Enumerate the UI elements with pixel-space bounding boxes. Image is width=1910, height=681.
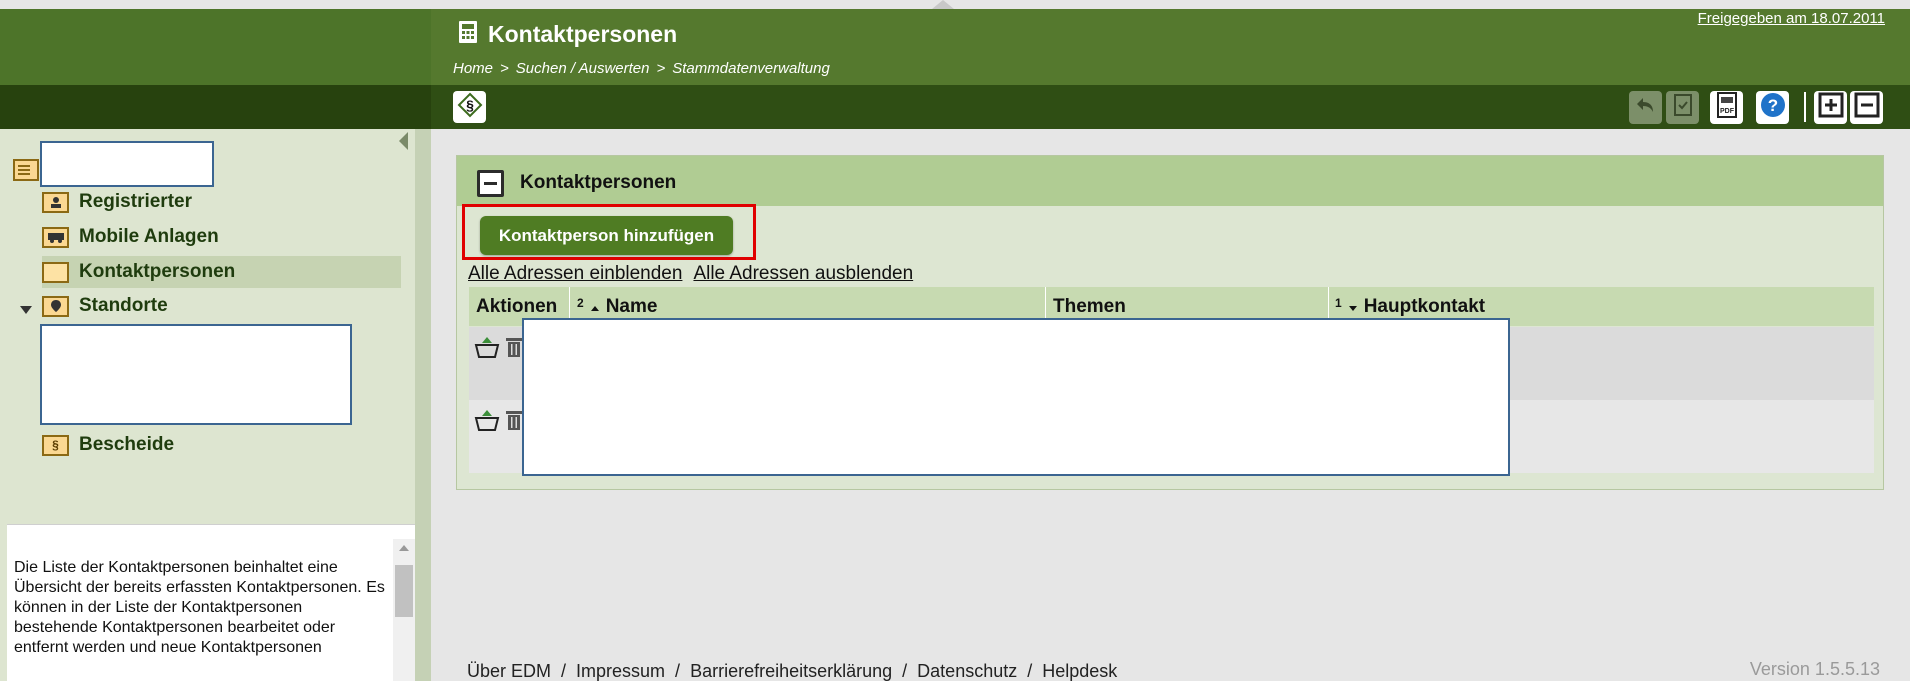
sort-ascending-icon [590,296,600,318]
page-title-text: Kontaktpersonen [488,21,678,47]
sidebar-item-registrierter[interactable]: Registrierter [42,189,192,215]
column-label: Name [605,296,658,317]
help-panel: Die Liste der Kontaktpersonen beinhaltet… [7,524,415,681]
footer-links: Über EDM / Impressum / Barrierefreiheits… [467,661,1117,681]
sort-descending-icon [1348,296,1358,318]
breadcrumb: Home > Suchen / Auswerten > Stammdatenve… [453,60,830,77]
trash-icon[interactable] [504,335,524,364]
collapse-all-button[interactable] [1850,91,1883,124]
paragraph-button[interactable]: § [453,91,486,123]
column-main-contact[interactable]: 1 Hauptkontakt [1335,296,1485,318]
toolbar-left-area [0,85,431,129]
breadcrumb-separator: > [656,60,666,77]
sidebar-item-label: Registrierter [79,191,192,212]
minus-icon [484,182,497,185]
open-folder-icon[interactable] [474,408,500,437]
sidebar-resize-strip[interactable] [415,129,431,681]
sidebar-item-kontaktpersonen[interactable]: Kontaktpersonen [42,256,401,288]
svg-text:PDF: PDF [1720,108,1735,115]
released-date-link[interactable]: Freigegeben am 18.07.2011 [1698,10,1885,27]
column-topics[interactable]: Themen [1053,296,1126,318]
paragraph-icon: § [457,92,483,123]
column-actions: Aktionen [476,296,558,317]
sidebar-item-bescheide[interactable]: § Bescheide [42,432,174,458]
help-button[interactable]: ? [1756,91,1789,124]
breadcrumb-home[interactable]: Home [453,60,493,77]
panel-header: Kontaktpersonen [457,156,1883,206]
show-all-addresses-link[interactable]: Alle Adressen einblenden [468,263,682,285]
mobile-plant-icon [42,226,69,248]
save-button[interactable] [1666,91,1699,124]
sort-order-number: 1 [1335,296,1342,310]
footer-link-accessibility[interactable]: Barrierefreiheitserklärung [690,661,892,681]
undo-button[interactable] [1629,91,1662,124]
svg-text:?: ? [1767,96,1777,115]
page-title: Kontaktpersonen [458,20,677,49]
header-left-area [0,9,431,85]
sidebar-collapse-arrow-icon[interactable] [399,132,408,150]
breadcrumb-search[interactable]: Suchen / Auswerten [516,60,650,77]
open-folder-icon[interactable] [474,335,500,364]
location-icon [42,295,69,317]
panel-title: Kontaktpersonen [520,172,677,193]
trash-icon[interactable] [504,408,524,437]
column-name[interactable]: 2 Name [577,296,657,318]
sidebar-item-label: Mobile Anlagen [79,226,219,247]
sort-order-number: 2 [577,296,584,310]
redacted-contact-rows [522,318,1510,476]
svg-text:§: § [466,97,474,113]
save-icon [1672,93,1694,122]
panel-collapse-button[interactable] [477,170,504,197]
sidebar-item-label: Kontaktpersonen [79,261,236,282]
row-actions [474,335,524,364]
footer-link-about[interactable]: Über EDM [467,661,551,681]
version-label: Version 1.5.5.13 [1749,659,1880,679]
redacted-locations [40,324,352,425]
redacted-registrant-name [40,141,214,187]
document-tree-icon [13,159,39,181]
top-collapse-notch[interactable] [932,0,954,9]
sidebar-item-label: Standorte [79,295,168,316]
expand-all-button[interactable] [1814,91,1847,124]
footer-link-helpdesk[interactable]: Helpdesk [1042,661,1117,681]
person-card-icon [42,191,69,213]
pdf-button[interactable]: PDF [1710,91,1743,124]
scroll-up-icon[interactable] [399,545,409,551]
sidebar-item-label: Bescheide [79,434,175,455]
hide-all-addresses-link[interactable]: Alle Adressen ausblenden [693,263,913,285]
toolbar-separator [1804,92,1806,122]
help-text: Die Liste der Kontaktpersonen beinhaltet… [14,559,385,656]
footer-link-imprint[interactable]: Impressum [576,661,665,681]
help-scrollbar[interactable] [393,539,415,681]
footer-separator: / [561,661,567,681]
sidebar-item-mobile-anlagen[interactable]: Mobile Anlagen [42,224,219,250]
row-actions [474,408,524,437]
pdf-icon: PDF [1715,91,1739,124]
help-icon: ? [1759,91,1787,124]
footer-separator: / [1027,661,1033,681]
footer-separator: / [675,661,681,681]
undo-icon [1634,93,1658,122]
collapse-all-icon [1854,92,1880,123]
breadcrumb-master-data[interactable]: Stammdatenverwaltung [672,60,830,77]
address-toggle-links: Alle Adressen einblenden Alle Adressen a… [468,263,913,285]
breadcrumb-separator: > [500,60,509,77]
footer-link-privacy[interactable]: Datenschutz [917,661,1017,681]
add-contact-button[interactable]: Kontaktperson hinzufügen [480,216,733,255]
column-label: Hauptkontakt [1363,296,1486,317]
folder-icon [42,261,69,283]
calculator-icon [458,20,478,49]
paragraph-folder-icon: § [42,434,69,456]
footer-separator: / [902,661,908,681]
scroll-thumb[interactable] [395,565,413,617]
chevron-down-icon[interactable] [20,306,32,314]
sidebar-item-standorte[interactable]: Standorte [42,293,168,319]
expand-all-icon [1818,92,1844,123]
